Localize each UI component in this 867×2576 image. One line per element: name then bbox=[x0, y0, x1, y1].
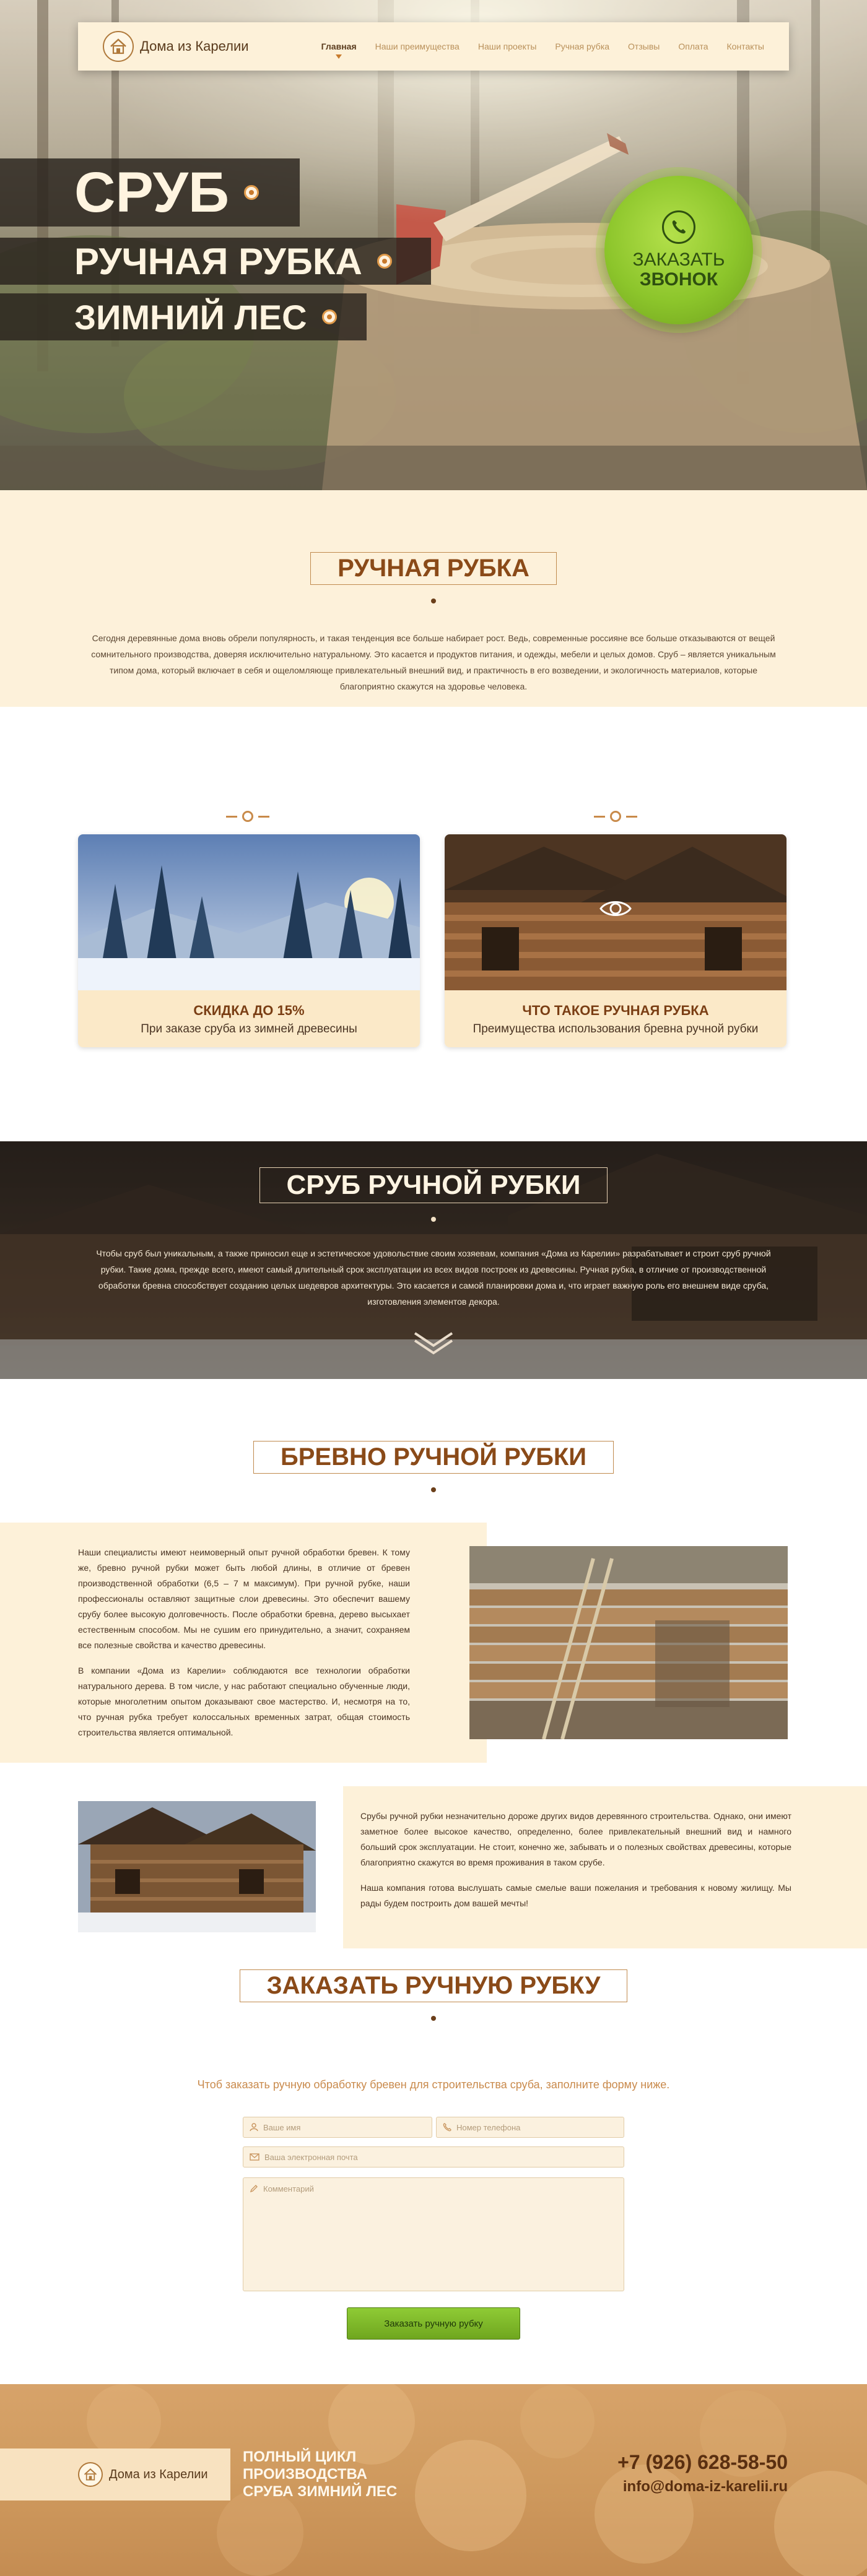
paragraph: В компании «Дома из Карелии» соблюдаются… bbox=[78, 1666, 410, 1737]
submit-order-button[interactable]: Заказать ручную рубку bbox=[347, 2307, 520, 2340]
house-icon bbox=[78, 2462, 103, 2487]
section-title: Заказать ручную рубку bbox=[260, 1972, 607, 1999]
footer-slogan: Полный цикл производства сруба зимний ле… bbox=[243, 2448, 398, 2500]
divider-ornament bbox=[585, 807, 647, 826]
card-title: Скидка до 15% bbox=[193, 1003, 305, 1018]
footer-phone-link[interactable]: +7 (926) 628-58-50 bbox=[617, 2451, 788, 2474]
bullet-icon bbox=[377, 254, 392, 269]
section-title-block: Сруб ручной рубки bbox=[0, 1161, 867, 1222]
nav-item-advantages[interactable]: Наши преимущества bbox=[375, 41, 460, 51]
top-navigation: Дома из Карелии Главная Наши преимуществ… bbox=[78, 22, 789, 71]
text-block: Срубы ручной рубки незначительно дороже … bbox=[343, 1786, 867, 1948]
eye-icon bbox=[599, 901, 632, 916]
divider-ornament bbox=[217, 807, 279, 826]
logo[interactable]: Дома из Карелии bbox=[103, 31, 249, 62]
phone-icon bbox=[443, 2123, 451, 2132]
discount-card[interactable]: Скидка до 15% При заказе сруба из зимней… bbox=[78, 834, 420, 1047]
nav-item-reviews[interactable]: Отзывы bbox=[628, 41, 660, 51]
text-block: Наши специалисты имеют неимоверный опыт … bbox=[0, 1523, 487, 1763]
card-title: Что такое ручная рубка bbox=[522, 1003, 709, 1018]
bullet-icon bbox=[321, 309, 337, 324]
card-subtitle: Преимущества использования бревна ручной… bbox=[473, 1022, 759, 1035]
hand-cut-frame-section: Сруб ручной рубки Чтобы сруб был уникаль… bbox=[0, 1141, 867, 1379]
log-section: Бревно ручной рубки Наши специалисты име… bbox=[0, 1379, 867, 1963]
paragraph: Срубы ручной рубки незначительно дороже … bbox=[360, 1811, 791, 1867]
hand-cutting-info-card[interactable]: Что такое ручная рубка Преимущества испо… bbox=[445, 834, 786, 1047]
form-subtitle: Чтоб заказать ручную обработку бревен дл… bbox=[197, 2078, 670, 2091]
intro-paragraph: Сегодня деревянные дома вновь обрели поп… bbox=[91, 633, 776, 691]
footer-email-link[interactable]: info@doma-iz-karelii.ru bbox=[623, 2478, 788, 2496]
section-title-block: Ручная рубка bbox=[0, 546, 867, 603]
footer: Дома из Карелии Полный цикл производства… bbox=[0, 2384, 867, 2576]
comment-field[interactable]: Комментарий bbox=[243, 2177, 624, 2291]
card-subtitle: При заказе сруба из зимней древесины bbox=[141, 1022, 357, 1035]
email-field[interactable]: Ваша электронная почта bbox=[243, 2146, 624, 2168]
order-form-section: Заказать ручную рубку Чтоб заказать ручн… bbox=[0, 1963, 867, 2384]
hero-headline-1: Сруб bbox=[0, 158, 300, 227]
request-call-button[interactable]: Заказать звонок bbox=[604, 176, 753, 324]
nav-item-home[interactable]: Главная bbox=[321, 41, 357, 59]
section-title: Ручная рубка bbox=[331, 555, 536, 582]
paragraph: Наша компания готова выслушать самые сме… bbox=[360, 1883, 791, 1908]
hero-headline-2: Ручная рубка bbox=[0, 238, 431, 285]
hero-section: Дома из Карелии Главная Наши преимуществ… bbox=[0, 0, 867, 490]
nav-item-projects[interactable]: Наши проекты bbox=[478, 41, 537, 51]
logo-text: Дома из Карелии bbox=[140, 38, 249, 54]
nav-item-hand-cutting[interactable]: Ручная рубка bbox=[555, 41, 609, 51]
phone-icon bbox=[662, 210, 695, 244]
name-field[interactable]: Ваше имя bbox=[243, 2117, 432, 2138]
intro-section: Ручная рубка Сегодня деревянные дома вно… bbox=[0, 490, 867, 707]
chevron-down-icon[interactable] bbox=[412, 1331, 455, 1355]
section-title: Бревно ручной рубки bbox=[274, 1443, 593, 1471]
nav-item-payment[interactable]: Оплата bbox=[678, 41, 708, 51]
envelope-icon bbox=[250, 2153, 259, 2161]
section-title-block: Бревно ручной рубки bbox=[0, 1435, 867, 1492]
pencil-icon bbox=[250, 2185, 258, 2193]
section-paragraph: Чтобы сруб был уникальным, а также прино… bbox=[96, 1248, 771, 1307]
footer-logo[interactable]: Дома из Карелии bbox=[0, 2448, 230, 2500]
house-icon bbox=[103, 31, 134, 62]
user-icon bbox=[250, 2123, 258, 2132]
nav-item-contacts[interactable]: Контакты bbox=[727, 41, 764, 51]
main-menu: Главная Наши преимущества Наши проекты Р… bbox=[321, 41, 764, 59]
section-title-block: Заказать ручную рубку bbox=[0, 1963, 867, 2021]
log-construction-photo bbox=[469, 1546, 788, 1739]
winter-log-house-photo bbox=[78, 1801, 316, 1932]
paragraph: Наши специалисты имеют неимоверный опыт … bbox=[78, 1547, 410, 1650]
logo-text: Дома из Карелии bbox=[109, 2467, 208, 2481]
cards-section: Скидка до 15% При заказе сруба из зимней… bbox=[0, 707, 867, 1141]
hero-headline-3: Зимний лес bbox=[0, 293, 367, 340]
winter-forest-image bbox=[78, 834, 420, 990]
phone-field[interactable]: Номер телефона bbox=[436, 2117, 624, 2138]
bullet-icon bbox=[243, 185, 259, 200]
section-title: Сруб ручной рубки bbox=[286, 1170, 581, 1200]
